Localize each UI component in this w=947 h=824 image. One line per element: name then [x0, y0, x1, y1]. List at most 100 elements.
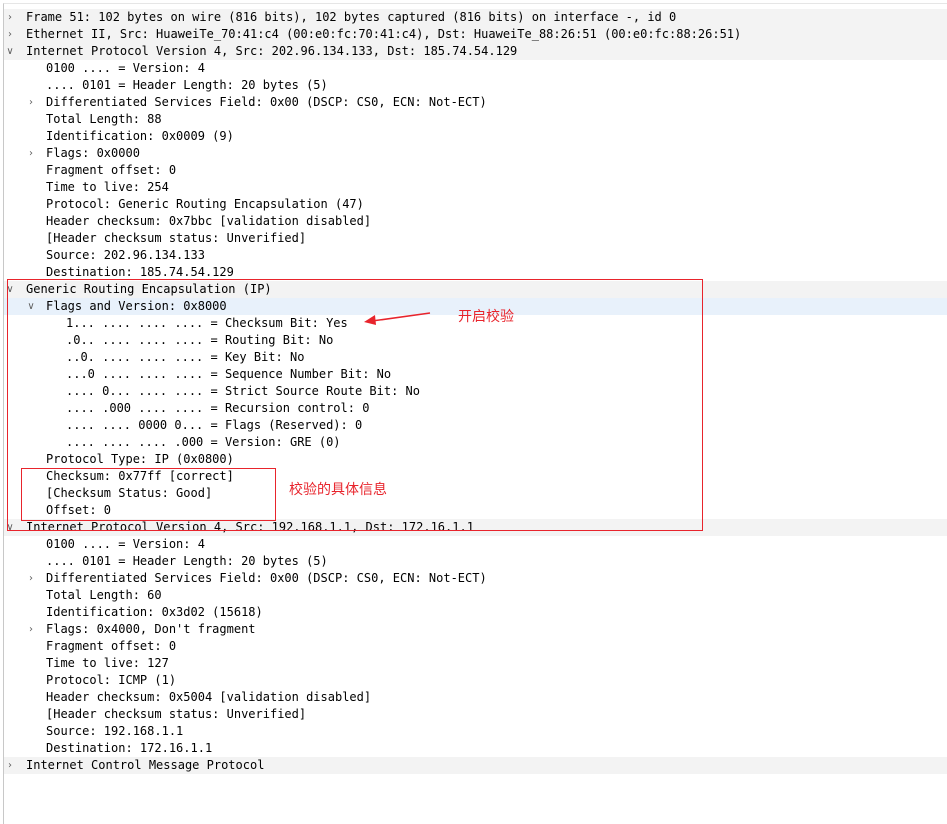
- tree-node-field[interactable]: Protocol: ICMP (1): [4, 672, 947, 689]
- tree-node-label: ...0 .... .... .... = Sequence Number Bi…: [66, 367, 392, 381]
- tree-node-label: Checksum: 0x77ff [correct]: [46, 469, 234, 483]
- tree-node-label: [Header checksum status: Unverified]: [46, 707, 307, 721]
- tree-node-field[interactable]: › Differentiated Services Field: 0x00 (DS…: [4, 570, 947, 587]
- tree-node-protocol[interactable]: ∨ Internet Protocol Version 4, Src: 192.1…: [4, 519, 947, 536]
- chevron-right-icon[interactable]: ›: [4, 757, 16, 774]
- tree-node-field[interactable]: .... .... .... .000 = Version: GRE (0): [4, 434, 947, 451]
- tree-node-label: Header checksum: 0x7bbc [validation disa…: [46, 214, 372, 228]
- tree-node-label: Internet Protocol Version 4, Src: 192.16…: [26, 520, 474, 534]
- tree-node-label: Source: 202.96.134.133: [46, 248, 205, 262]
- tree-node-label: Ethernet II, Src: HuaweiTe_70:41:c4 (00:…: [26, 27, 742, 41]
- tree-node-label: Destination: 185.74.54.129: [46, 265, 234, 279]
- tree-node-label: .... .... 0000 0... = Flags (Reserved): …: [66, 418, 363, 432]
- tree-node-label: Differentiated Services Field: 0x00 (DSC…: [46, 95, 487, 109]
- tree-node-protocol[interactable]: › Ethernet II, Src: HuaweiTe_70:41:c4 (00…: [4, 26, 947, 43]
- chevron-down-icon[interactable]: ∨: [25, 298, 37, 315]
- tree-node-field[interactable]: Protocol: Generic Routing Encapsulation …: [4, 196, 947, 213]
- tree-node-label: Time to live: 254: [46, 180, 169, 194]
- tree-node-label: Header checksum: 0x5004 [validation disa…: [46, 690, 372, 704]
- tree-node-field[interactable]: [Checksum Status: Good]: [4, 485, 947, 502]
- tree-node-label: Flags: 0x0000: [46, 146, 140, 160]
- tree-node-label: Total Length: 88: [46, 112, 162, 126]
- tree-node-protocol[interactable]: › Frame 51: 102 bytes on wire (816 bits),…: [4, 9, 947, 26]
- checksum-detail-note: 校验的具体信息: [289, 482, 387, 498]
- tree-node-field[interactable]: Header checksum: 0x7bbc [validation disa…: [4, 213, 947, 230]
- tree-node-label: Flags and Version: 0x8000: [46, 299, 227, 313]
- tree-node-label: 0100 .... = Version: 4: [46, 61, 205, 75]
- tree-node-field[interactable]: Offset: 0: [4, 502, 947, 519]
- tree-node-label: [Checksum Status: Good]: [46, 486, 213, 500]
- tree-node-field[interactable]: [Header checksum status: Unverified]: [4, 230, 947, 247]
- tree-node-label: ..0. .... .... .... = Key Bit: No: [66, 350, 305, 364]
- tree-node-label: 1... .... .... .... = Checksum Bit: Yes: [66, 316, 348, 330]
- tree-node-field[interactable]: Checksum: 0x77ff [correct]: [4, 468, 947, 485]
- tree-node-field[interactable]: Fragment offset: 0: [4, 638, 947, 655]
- tree-node-label: Identification: 0x0009 (9): [46, 129, 234, 143]
- tree-node-field[interactable]: 0100 .... = Version: 4: [4, 536, 947, 553]
- tree-node-label: Frame 51: 102 bytes on wire (816 bits), …: [26, 10, 677, 24]
- tree-node-label: 0100 .... = Version: 4: [46, 537, 205, 551]
- chevron-down-icon[interactable]: ∨: [4, 43, 16, 60]
- tree-node-field[interactable]: Time to live: 127: [4, 655, 947, 672]
- tree-node-label: .... 0101 = Header Length: 20 bytes (5): [46, 554, 328, 568]
- tree-node-label: Identification: 0x3d02 (15618): [46, 605, 263, 619]
- tree-node-label: .... 0101 = Header Length: 20 bytes (5): [46, 78, 328, 92]
- tree-node-label: Destination: 172.16.1.1: [46, 741, 213, 755]
- chevron-right-icon[interactable]: ›: [25, 570, 37, 587]
- checksum-enabled-note: 开启校验: [458, 309, 514, 325]
- tree-node-label: Source: 192.168.1.1: [46, 724, 184, 738]
- tree-node-field[interactable]: [Header checksum status: Unverified]: [4, 706, 947, 723]
- tree-node-field[interactable]: Source: 202.96.134.133: [4, 247, 947, 264]
- tree-node-field[interactable]: .... 0101 = Header Length: 20 bytes (5): [4, 77, 947, 94]
- tree-node-field[interactable]: .0.. .... .... .... = Routing Bit: No: [4, 332, 947, 349]
- chevron-right-icon[interactable]: ›: [4, 26, 16, 43]
- chevron-right-icon[interactable]: ›: [4, 9, 16, 26]
- tree-node-field[interactable]: Identification: 0x3d02 (15618): [4, 604, 947, 621]
- tree-node-field[interactable]: ..0. .... .... .... = Key Bit: No: [4, 349, 947, 366]
- tree-node-label: Protocol: Generic Routing Encapsulation …: [46, 197, 364, 211]
- tree-node-label: Fragment offset: 0: [46, 163, 177, 177]
- tree-node-field[interactable]: Total Length: 60: [4, 587, 947, 604]
- tree-node-field[interactable]: Protocol Type: IP (0x0800): [4, 451, 947, 468]
- tree-node-protocol[interactable]: › Internet Control Message Protocol: [4, 757, 947, 774]
- chevron-down-icon[interactable]: ∨: [4, 519, 16, 536]
- tree-node-label: Total Length: 60: [46, 588, 162, 602]
- tree-node-protocol[interactable]: ∨ Internet Protocol Version 4, Src: 202.9…: [4, 43, 947, 60]
- tree-node-label: .... .... .... .000 = Version: GRE (0): [66, 435, 341, 449]
- tree-node-field[interactable]: .... .000 .... .... = Recursion control:…: [4, 400, 947, 417]
- chevron-right-icon[interactable]: ›: [25, 621, 37, 638]
- tree-node-protocol[interactable]: ∨ Generic Routing Encapsulation (IP): [4, 281, 947, 298]
- tree-node-field[interactable]: Time to live: 254: [4, 179, 947, 196]
- tree-node-field[interactable]: .... .... 0000 0... = Flags (Reserved): …: [4, 417, 947, 434]
- tree-node-field[interactable]: .... 0101 = Header Length: 20 bytes (5): [4, 553, 947, 570]
- tree-node-label: Offset: 0: [46, 503, 112, 517]
- tree-node-field[interactable]: Destination: 172.16.1.1: [4, 740, 947, 757]
- tree-node-field[interactable]: ...0 .... .... .... = Sequence Number Bi…: [4, 366, 947, 383]
- tree-node-field[interactable]: › Flags: 0x4000, Don't fragment: [4, 621, 947, 638]
- chevron-right-icon[interactable]: ›: [25, 145, 37, 162]
- tree-node-label: .... 0... .... .... = Strict Source Rout…: [66, 384, 421, 398]
- tree-node-label: Protocol: ICMP (1): [46, 673, 177, 687]
- tree-node-field[interactable]: 0100 .... = Version: 4: [4, 60, 947, 77]
- tree-node-field[interactable]: › Flags: 0x0000: [4, 145, 947, 162]
- tree-node-field[interactable]: Fragment offset: 0: [4, 162, 947, 179]
- tree-node-label: Flags: 0x4000, Don't fragment: [46, 622, 256, 636]
- tree-node-label: .... .000 .... .... = Recursion control:…: [66, 401, 370, 415]
- tree-node-label: Time to live: 127: [46, 656, 169, 670]
- chevron-down-icon[interactable]: ∨: [4, 281, 16, 298]
- tree-node-field[interactable]: .... 0... .... .... = Strict Source Rout…: [4, 383, 947, 400]
- tree-node-field[interactable]: Source: 192.168.1.1: [4, 723, 947, 740]
- tree-node-label: Differentiated Services Field: 0x00 (DSC…: [46, 571, 487, 585]
- tree-node-field[interactable]: › Differentiated Services Field: 0x00 (DS…: [4, 94, 947, 111]
- tree-node-label: Internet Control Message Protocol: [26, 758, 265, 772]
- tree-node-label: [Header checksum status: Unverified]: [46, 231, 307, 245]
- tree-node-label: Protocol Type: IP (0x0800): [46, 452, 234, 466]
- tree-node-label: Internet Protocol Version 4, Src: 202.96…: [26, 44, 518, 58]
- tree-node-label: .0.. .... .... .... = Routing Bit: No: [66, 333, 334, 347]
- chevron-right-icon[interactable]: ›: [25, 94, 37, 111]
- tree-node-field[interactable]: Destination: 185.74.54.129: [4, 264, 947, 281]
- tree-node-field[interactable]: Identification: 0x0009 (9): [4, 128, 947, 145]
- tree-node-field[interactable]: Total Length: 88: [4, 111, 947, 128]
- tree-node-label: Generic Routing Encapsulation (IP): [26, 282, 272, 296]
- tree-node-field[interactable]: Header checksum: 0x5004 [validation disa…: [4, 689, 947, 706]
